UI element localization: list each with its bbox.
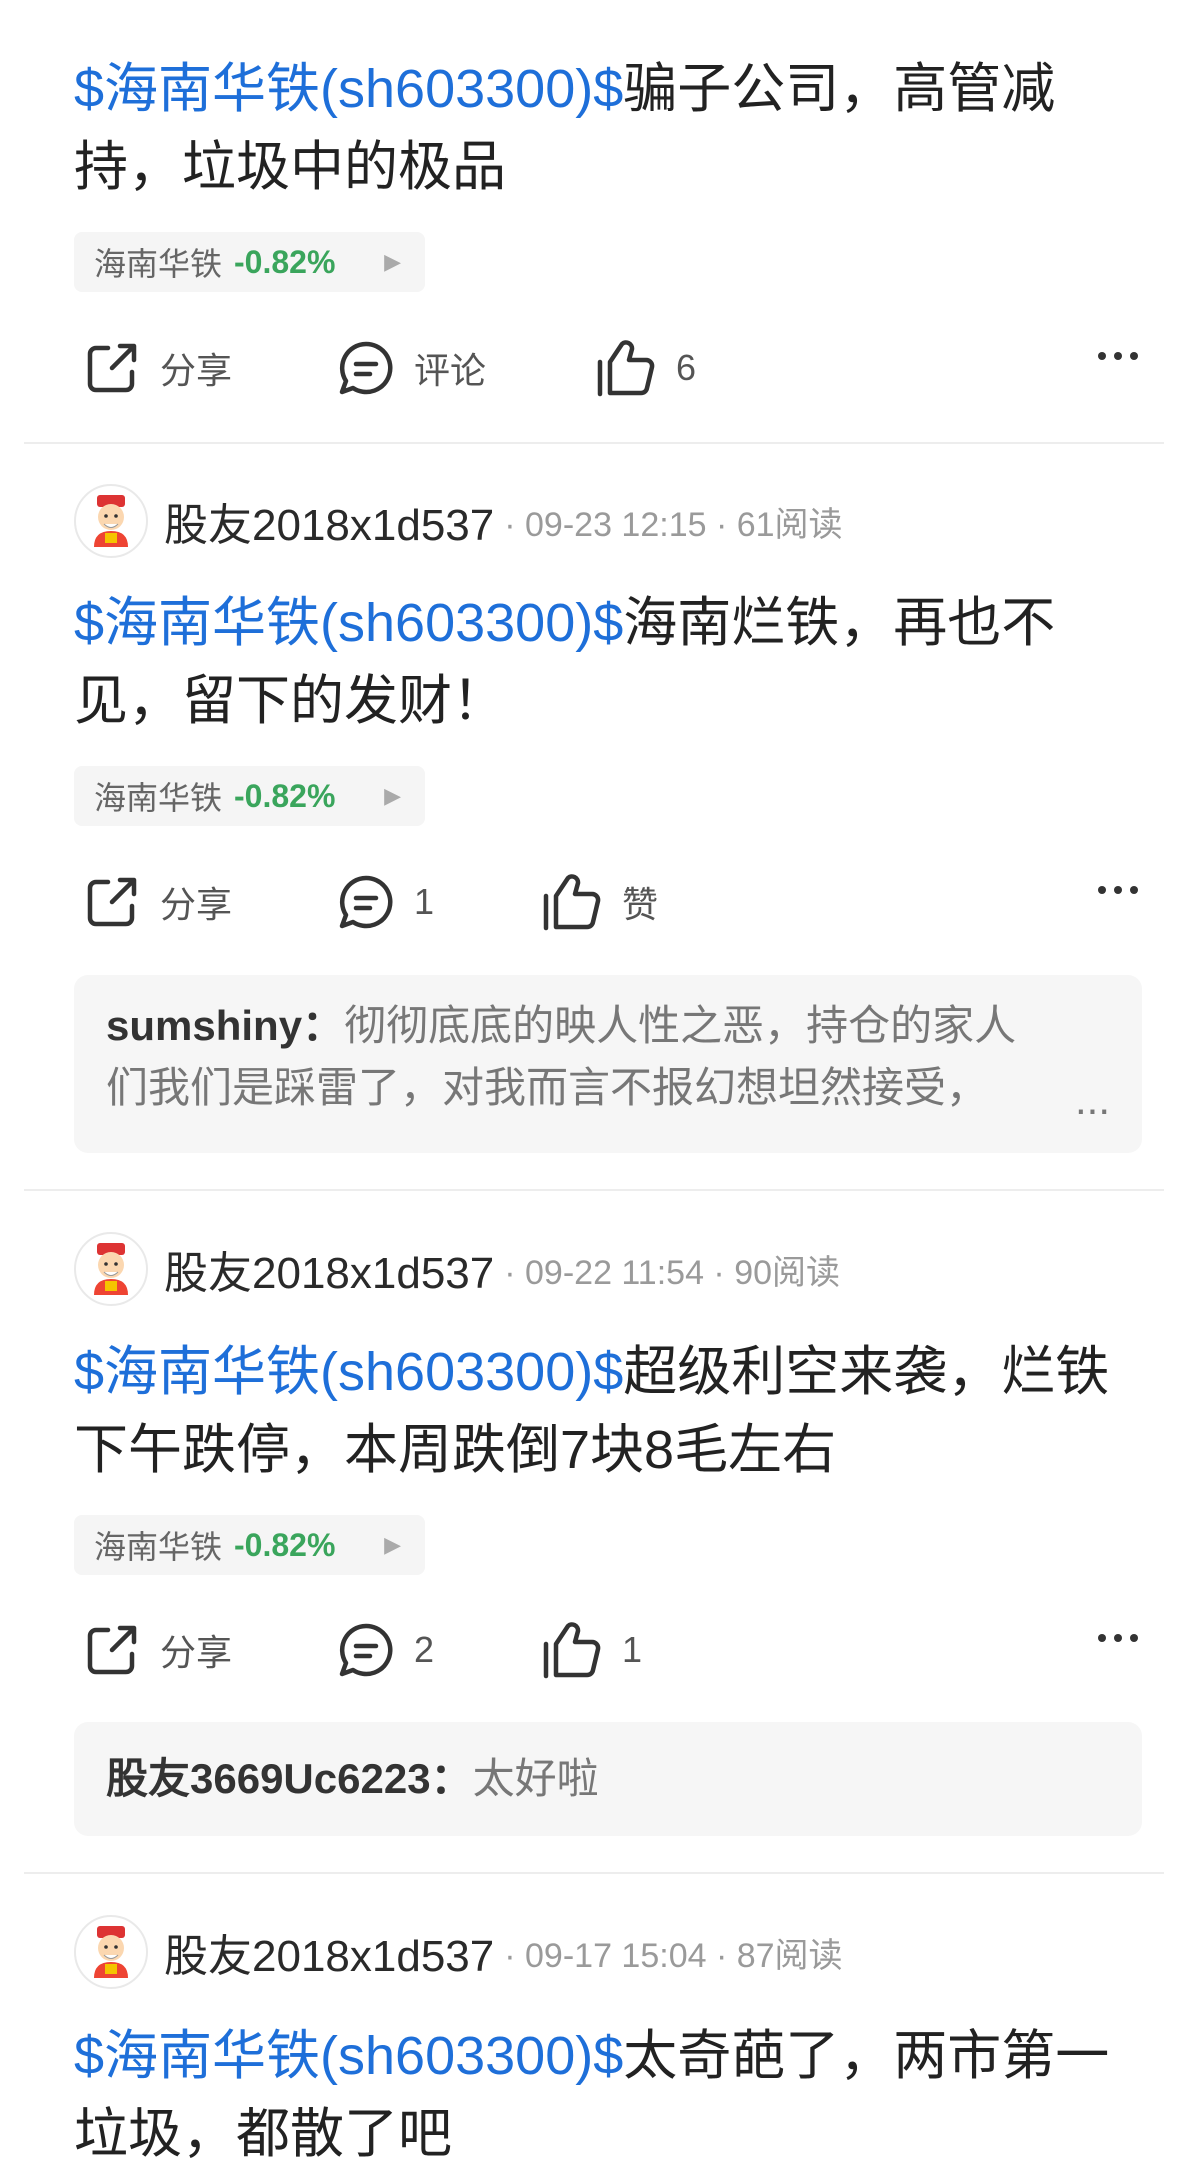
more-button[interactable] xyxy=(1098,352,1138,360)
share-button[interactable]: 分享 xyxy=(82,330,232,406)
comment-icon xyxy=(339,341,393,395)
stock-tag-change: -0.82% xyxy=(234,243,336,280)
more-button[interactable] xyxy=(1098,1634,1138,1642)
avatar[interactable] xyxy=(74,1915,148,1989)
divider xyxy=(24,1189,1164,1191)
more-dot xyxy=(1114,886,1122,894)
more-dot xyxy=(1114,352,1122,360)
post-content[interactable]: $海南华铁(sh603300)$骗子公司，高管减 持，垃圾中的极品 xyxy=(74,50,1134,206)
stock-tag[interactable]: 海南华铁 -0.82% ▶ xyxy=(74,232,425,292)
post-meta: · 09-23 12:15 · 61阅读 xyxy=(504,505,843,544)
username[interactable]: 股友2018x1d537 xyxy=(164,1237,494,1301)
username[interactable]: 股友2018x1d537 xyxy=(164,1920,494,1984)
play-arrow-icon: ▶ xyxy=(384,249,401,274)
comment-count: 1 xyxy=(414,881,435,922)
post-text: 超级利空来袭，烂铁 xyxy=(623,1342,1110,1402)
like-label: 6 xyxy=(676,347,697,388)
more-dot xyxy=(1130,886,1138,894)
avatar[interactable] xyxy=(74,484,148,558)
stock-tag[interactable]: 海南华铁 -0.82% ▶ xyxy=(74,766,425,826)
post-text: 持，垃圾中的极品 xyxy=(74,137,506,197)
more-dot xyxy=(1114,1634,1122,1642)
stock-link[interactable]: $海南华铁(sh603300)$ xyxy=(74,59,623,119)
more-icon xyxy=(1098,1634,1106,1642)
comment-icon xyxy=(339,1623,393,1677)
stock-tag-change: -0.82% xyxy=(234,777,336,814)
like-icon xyxy=(543,1622,601,1679)
like-icon xyxy=(543,874,601,931)
like-icon xyxy=(597,340,655,397)
top-comment[interactable]: sumshiny：彻彻底底的映人性之恶，持仓的家人 们我们是踩雷了，对我而言不报… xyxy=(74,975,1142,1153)
comment-button[interactable]: 1 xyxy=(336,864,434,940)
post-header: 股友2018x1d537 · 09-23 12:15 · 61阅读 xyxy=(74,484,843,558)
more-icon xyxy=(1098,886,1106,894)
top-comment[interactable]: 股友3669Uc6223： 太好啦 xyxy=(74,1722,1142,1836)
share-button[interactable]: 分享 xyxy=(82,1612,232,1688)
post-meta: · 09-22 11:54 · 90阅读 xyxy=(504,1253,841,1292)
post-content[interactable]: $海南华铁(sh603300)$太奇葩了，两市第一 垃圾，都散了吧 xyxy=(74,2017,1134,2173)
play-arrow-icon: ▶ xyxy=(384,1532,401,1557)
comment-author[interactable]: sumshiny： xyxy=(106,1002,344,1049)
stock-link[interactable]: $海南华铁(sh603300)$ xyxy=(74,2026,623,2086)
avatar-icon xyxy=(94,495,128,547)
comment-more[interactable]: ... xyxy=(1075,1069,1110,1131)
avatar-icon xyxy=(94,1243,128,1295)
stock-tag[interactable]: 海南华铁 -0.82% ▶ xyxy=(74,1515,425,1575)
stock-tag-name: 海南华铁 xyxy=(94,1529,223,1565)
divider xyxy=(24,1872,1164,1874)
more-icon xyxy=(1098,352,1106,360)
comment-text: 太好啦 xyxy=(472,1755,599,1802)
avatar[interactable] xyxy=(74,1232,148,1306)
like-count: 1 xyxy=(622,1629,643,1670)
like-label: 赞 xyxy=(622,884,659,925)
share-label: 分享 xyxy=(160,884,233,925)
post-header: 股友2018x1d537 · 09-22 11:54 · 90阅读 xyxy=(74,1232,840,1306)
share-icon xyxy=(87,343,137,393)
more-dot xyxy=(1130,352,1138,360)
post-header: 股友2018x1d537 · 09-17 15:04 · 87阅读 xyxy=(74,1915,843,1989)
stock-link[interactable]: $海南华铁(sh603300)$ xyxy=(74,593,623,653)
comment-button[interactable]: 2 xyxy=(336,1612,434,1688)
post-actions: 分享 2 1 xyxy=(74,1612,1144,1688)
divider xyxy=(24,442,1164,444)
play-arrow-icon: ▶ xyxy=(384,783,401,808)
like-button[interactable]: 1 xyxy=(540,1612,642,1688)
username[interactable]: 股友2018x1d537 xyxy=(164,489,494,553)
post-text: 垃圾，都散了吧 xyxy=(74,2104,452,2164)
share-label: 分享 xyxy=(160,1632,233,1673)
post-meta: · 09-17 15:04 · 87阅读 xyxy=(504,1936,843,1975)
comment-icon xyxy=(339,875,393,929)
avatar-icon xyxy=(94,1926,128,1978)
comment-count: 2 xyxy=(414,1629,435,1670)
post-text: 海南烂铁，再也不 xyxy=(623,593,1056,653)
share-icon xyxy=(87,877,137,927)
comment-author[interactable]: 股友3669Uc6223： xyxy=(106,1748,473,1810)
more-button[interactable] xyxy=(1098,886,1138,894)
share-label: 分享 xyxy=(160,350,233,391)
comment-button[interactable]: 评论 xyxy=(336,330,486,406)
stock-tag-name: 海南华铁 xyxy=(94,246,223,282)
more-dot xyxy=(1130,1634,1138,1642)
stock-link[interactable]: $海南华铁(sh603300)$ xyxy=(74,1342,623,1402)
stock-tag-name: 海南华铁 xyxy=(94,780,223,816)
stock-tag-change: -0.82% xyxy=(234,1526,336,1563)
comment-text: 彻彻底底的映人性之恶，持仓的家人 xyxy=(344,1002,1017,1049)
post-content[interactable]: $海南华铁(sh603300)$超级利空来袭，烂铁 下午跌停，本周跌倒7块8毛左… xyxy=(74,1333,1134,1489)
post-actions: 分享 评论 6 xyxy=(74,330,1144,406)
post-text: 见，留下的发财！ xyxy=(74,671,506,731)
share-button[interactable]: 分享 xyxy=(82,864,232,940)
comment-text: 们我们是踩雷了，对我而言不报幻想坦然接受， xyxy=(106,1064,989,1111)
share-icon xyxy=(87,1625,137,1675)
post-text: 骗子公司，高管减 xyxy=(623,59,1056,119)
like-button[interactable]: 6 xyxy=(594,330,696,406)
post-content[interactable]: $海南华铁(sh603300)$海南烂铁，再也不 见，留下的发财！ xyxy=(74,584,1134,740)
post-text: 下午跌停，本周跌倒7块8毛左右 xyxy=(74,1420,837,1480)
post-text: 太奇葩了，两市第一 xyxy=(623,2026,1110,2086)
post-actions: 分享 1 赞 xyxy=(74,864,1144,940)
like-button[interactable]: 赞 xyxy=(540,864,658,940)
comment-label: 评论 xyxy=(414,350,487,391)
